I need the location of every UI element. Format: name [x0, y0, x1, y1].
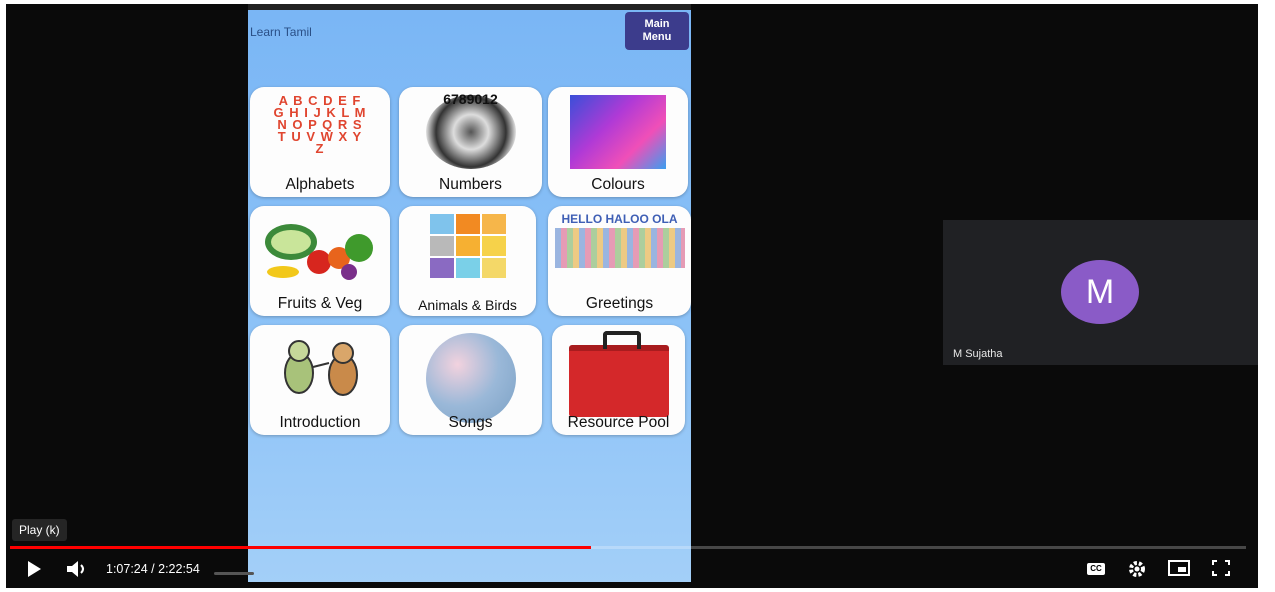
word-globe-icon	[425, 333, 516, 423]
tile-label: Fruits & Veg	[277, 295, 363, 312]
greetings-wordcloud-icon: HELLO HALOO OLA	[554, 212, 685, 268]
fullscreen-icon[interactable]	[1212, 560, 1230, 581]
tile-label: Greetings	[585, 295, 654, 312]
fruits-vegetables-icon	[261, 214, 379, 286]
tile-resource-pool[interactable]: Resource Pool	[552, 325, 685, 435]
tile-alphabets[interactable]: A B C D E F G H I J K L M N O P Q R S T …	[250, 87, 390, 197]
main-menu-button[interactable]: Main Menu	[625, 12, 689, 50]
tile-songs[interactable]: Songs	[399, 325, 542, 435]
player-controls: 1:07:24 / 2:22:54 CC	[6, 552, 1258, 588]
alphabet-blocks-icon: A B C D E F G H I J K L M N O P Q R S T …	[273, 93, 367, 156]
color-gradient-icon	[570, 95, 666, 169]
cartoon-bugs-icon	[265, 333, 375, 405]
tile-animals-birds[interactable]: Animals & Birds	[399, 206, 536, 316]
play-tooltip: Play (k)	[12, 519, 67, 541]
progress-played	[10, 546, 591, 549]
tile-label: Colours	[591, 176, 645, 193]
tile-label: Resource Pool	[567, 414, 670, 431]
phone-status-bar	[248, 4, 691, 10]
tile-introduction[interactable]: Introduction	[250, 325, 390, 435]
tile-label: Alphabets	[285, 176, 355, 193]
participant-name: M Sujatha	[953, 348, 1003, 360]
progress-bar[interactable]	[10, 546, 1246, 549]
time-display: 1:07:24 / 2:22:54	[106, 562, 200, 576]
greetings-word: HELLO HALOO OLA	[561, 212, 678, 226]
participant-tile: M M Sujatha	[943, 220, 1258, 365]
miniplayer-icon[interactable]	[1168, 560, 1190, 581]
shared-phone-screen: Learn Tamil Main Menu A B C D E F G H I …	[248, 4, 691, 582]
red-toolbox-icon	[568, 331, 669, 417]
number-spiral-icon: 6789012	[425, 91, 516, 169]
tile-fruits-veg[interactable]: Fruits & Veg	[250, 206, 390, 316]
tile-label: Introduction	[279, 414, 361, 431]
settings-gear-icon[interactable]	[1128, 560, 1146, 583]
volume-icon[interactable]	[66, 560, 90, 583]
avatar: M	[1061, 260, 1139, 324]
number-spiral-text: 6789012	[443, 91, 498, 107]
tile-label: Songs	[448, 414, 493, 431]
tile-colours[interactable]: Colours	[548, 87, 688, 197]
play-icon[interactable]	[26, 560, 42, 583]
video-player[interactable]: Learn Tamil Main Menu A B C D E F G H I …	[6, 4, 1258, 588]
captions-icon[interactable]: CC	[1087, 563, 1105, 575]
tile-greetings[interactable]: HELLO HALOO OLA Greetings	[548, 206, 691, 316]
animal-faces-grid-icon	[429, 214, 506, 278]
tile-label: Animals & Birds	[418, 297, 517, 313]
app-title: Learn Tamil	[250, 25, 312, 39]
tile-numbers[interactable]: 6789012 Numbers	[399, 87, 542, 197]
tile-label: Numbers	[439, 176, 502, 193]
